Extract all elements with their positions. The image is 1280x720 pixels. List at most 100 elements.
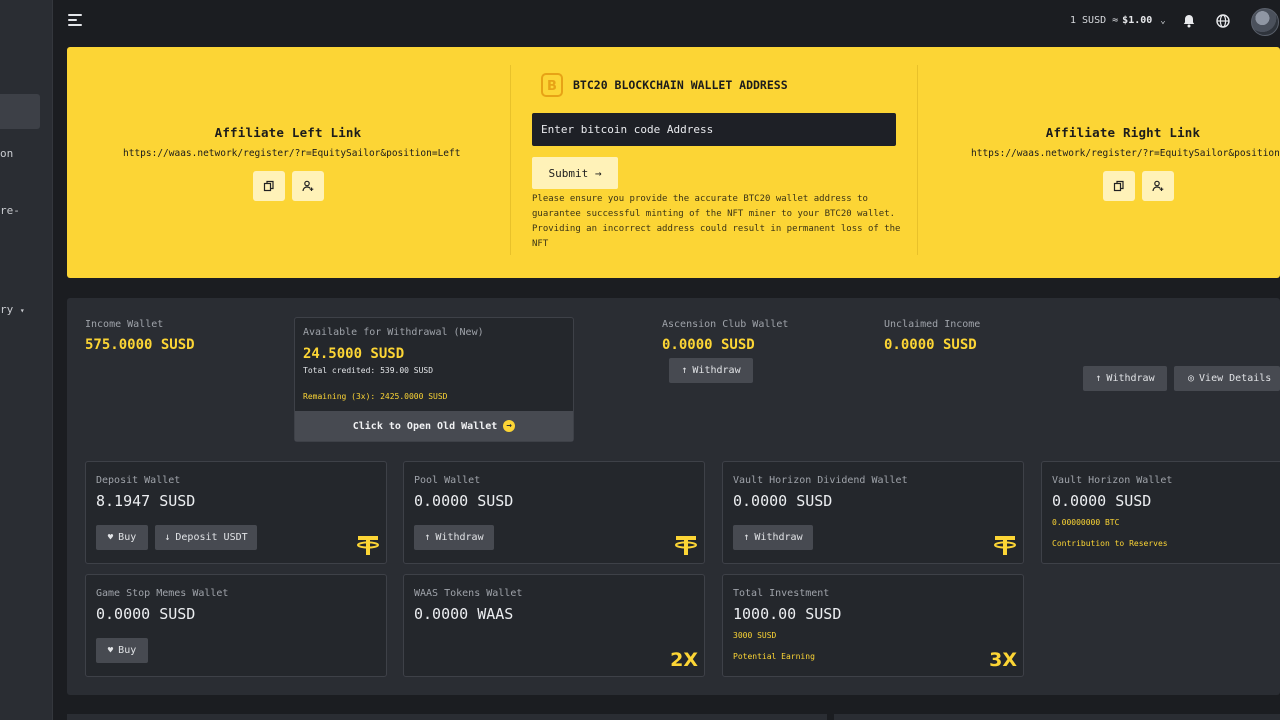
bell-icon[interactable] (1181, 13, 1197, 29)
vault-dividend-withdraw-label: Withdraw (754, 532, 803, 543)
arrow-up-icon: ↑ (1095, 373, 1102, 384)
total-credited: Total credited: 539.00 SUSD (303, 366, 434, 375)
affiliate-right-section: Affiliate Right Link https://waas.networ… (947, 125, 1280, 159)
sidebar-item-1[interactable]: on (0, 147, 13, 160)
btc-note: Please ensure you provide the accurate B… (532, 194, 901, 249)
ascension-wallet-label: Ascension Club Wallet (662, 319, 789, 330)
arrow-up-icon: ↑ (743, 532, 750, 543)
waas-multiplier: 2X (670, 649, 698, 671)
vault-horizon-btc: 0.00000000 BTC (1052, 518, 1120, 527)
waas-wallet-value: 0.0000 WAAS (414, 605, 514, 623)
banner-divider-left (510, 65, 511, 255)
vault-horizon-value: 0.0000 SUSD (1052, 492, 1152, 510)
view-details-button[interactable]: ◎ View Details (1174, 366, 1280, 391)
ascension-withdraw-button[interactable]: ↑ Withdraw (669, 358, 753, 383)
deposit-buy-button[interactable]: ♥ Buy (96, 525, 148, 550)
affiliate-right-buttons (1103, 171, 1174, 201)
main-withdraw-button[interactable]: ↑ Withdraw (1083, 366, 1167, 391)
view-details-label: View Details (1199, 373, 1272, 384)
vault-dividend-wallet-card: Vault Horizon Dividend Wallet 0.0000 SUS… (722, 461, 1024, 564)
submit-button[interactable]: Submit → (532, 157, 618, 189)
income-wallet-label: Income Wallet (85, 319, 164, 330)
arrow-up-icon: ↑ (681, 365, 688, 376)
pool-withdraw-label: Withdraw (435, 532, 484, 543)
svg-text:B: B (547, 79, 557, 94)
waas-tokens-wallet-card: WAAS Tokens Wallet 0.0000 WAAS 2X (403, 574, 705, 677)
pool-wallet-value: 0.0000 SUSD (414, 492, 514, 510)
vault-horizon-wallet-card: Vault Horizon Wallet 0.0000 SUSD 0.00000… (1041, 461, 1280, 564)
deposit-wallet-value: 8.1947 SUSD (96, 492, 196, 510)
share-right-link-button[interactable] (1142, 171, 1174, 201)
caret-down-icon: ▾ (19, 306, 25, 315)
menu-toggle-icon[interactable] (68, 14, 82, 28)
user-plus-icon (302, 180, 314, 192)
total-investment-label: Total Investment (733, 588, 830, 599)
deposit-usdt-label: Deposit USDT (175, 532, 248, 543)
main-withdraw-label: Withdraw (1106, 373, 1155, 384)
vault-horizon-label: Vault Horizon Wallet (1052, 475, 1173, 486)
vault-dividend-withdraw-button[interactable]: ↑ Withdraw (733, 525, 813, 550)
open-old-wallet-label: Click to Open Old Wallet (352, 420, 498, 432)
vault-dividend-label: Vault Horizon Dividend Wallet (733, 475, 908, 486)
tether-icon (675, 536, 697, 555)
rate-value: $1.00 (1122, 15, 1153, 26)
share-left-link-button[interactable] (292, 171, 324, 201)
user-plus-icon (1152, 180, 1164, 192)
affiliate-left-buttons (253, 171, 324, 201)
gamestop-wallet-value: 0.0000 SUSD (96, 605, 196, 623)
gamestop-wallet-label: Game Stop Memes Wallet (96, 588, 229, 599)
unclaimed-income-label: Unclaimed Income (884, 319, 981, 330)
arrow-right-circle-icon: → (503, 420, 516, 432)
potential-amount: 3000 SUSD (733, 631, 777, 640)
ascension-withdraw-label: Withdraw (692, 365, 741, 376)
deposit-wallet-card: Deposit Wallet 8.1947 SUSD ♥ Buy ↓ Deposit… (85, 461, 387, 564)
arrow-down-icon: ↓ (164, 532, 171, 543)
copy-left-link-button[interactable] (253, 171, 285, 201)
btc-title: BTC20 BLOCKCHAIN WALLET ADDRESS (573, 78, 788, 92)
btc-address-input[interactable] (532, 113, 896, 146)
deposit-usdt-button[interactable]: ↓ Deposit USDT (155, 525, 257, 550)
sidebar-active-item[interactable] (0, 94, 40, 129)
diamond-icon: ♥ (107, 645, 114, 656)
gamestop-buy-button[interactable]: ♥ Buy (96, 638, 148, 663)
globe-icon[interactable] (1215, 13, 1231, 29)
deposit-buy-label: Buy (118, 532, 137, 543)
sidebar-item-3-label: ry (0, 303, 14, 316)
affiliate-left-link: https://waas.network/register/?r=EquityS… (123, 148, 461, 159)
remaining-amount: Remaining (3x): 2425.0000 SUSD (303, 392, 448, 401)
deposit-wallet-label: Deposit Wallet (96, 475, 181, 486)
total-investment-card: Total Investment 1000.00 SUSD 3000 SUSD … (722, 574, 1024, 677)
chevron-down-icon: ⌄ (1160, 15, 1166, 26)
currency-rate-dropdown[interactable]: 1 SUSD ≈ $1.00 ⌄ (1070, 15, 1166, 26)
sidebar: on re- ry ▾ (0, 0, 53, 720)
banner-divider-right (917, 65, 918, 255)
affiliate-right-title: Affiliate Right Link (1045, 125, 1201, 140)
tether-icon (994, 536, 1016, 555)
investment-multiplier: 3X (989, 649, 1017, 671)
unclaimed-income-value: 0.0000 SUSD (884, 337, 977, 353)
waas-wallet-label: WAAS Tokens Wallet (414, 588, 523, 599)
vault-horizon-note: Contribution to Reserves (1052, 539, 1168, 548)
copy-right-link-button[interactable] (1103, 171, 1135, 201)
bottom-panel-left (67, 714, 827, 720)
affiliate-left-title: Affiliate Left Link (214, 125, 362, 140)
sidebar-item-3[interactable]: ry ▾ (0, 303, 25, 316)
btc20-logo-icon: B (541, 73, 563, 97)
copy-icon (263, 180, 274, 192)
tether-icon (357, 536, 379, 555)
potential-earning-label: Potential Earning (733, 652, 815, 661)
diamond-icon: ♥ (107, 532, 114, 543)
gamestop-buy-label: Buy (118, 645, 137, 656)
eye-icon: ◎ (1188, 373, 1195, 384)
rate-prefix: 1 SUSD ≈ (1070, 15, 1119, 26)
ascension-wallet-value: 0.0000 SUSD (662, 337, 755, 353)
available-value: 24.5000 SUSD (303, 346, 405, 362)
vault-dividend-value: 0.0000 SUSD (733, 492, 833, 510)
pool-withdraw-button[interactable]: ↑ Withdraw (414, 525, 494, 550)
affiliate-right-link: https://waas.network/register/?r=EquityS… (971, 148, 1280, 159)
top-bar: 1 SUSD ≈ $1.00 ⌄ (54, 0, 1280, 44)
sidebar-item-2[interactable]: re- (0, 204, 20, 217)
pool-wallet-card: Pool Wallet 0.0000 SUSD ↑ Withdraw (403, 461, 705, 564)
open-old-wallet-button[interactable]: Click to Open Old Wallet → (295, 411, 573, 441)
avatar[interactable] (1251, 8, 1279, 36)
